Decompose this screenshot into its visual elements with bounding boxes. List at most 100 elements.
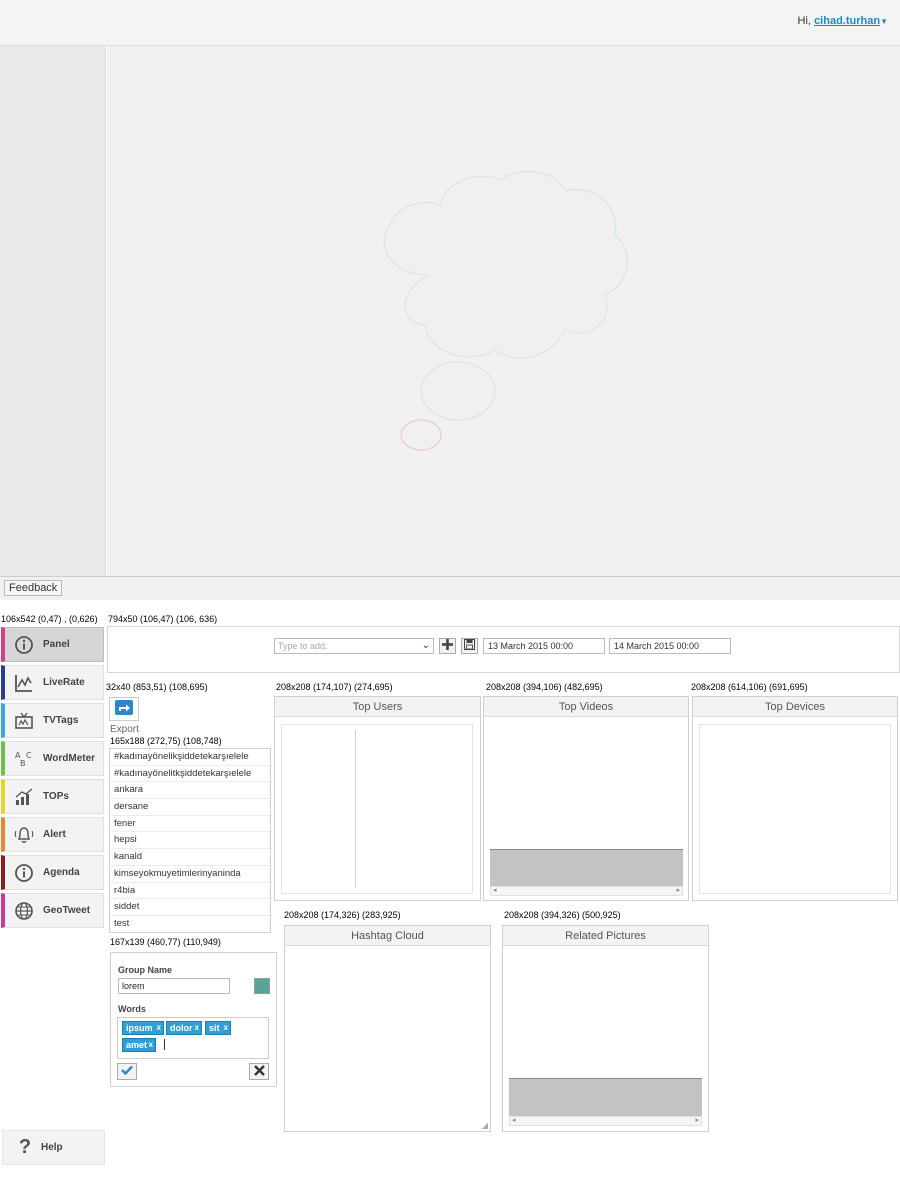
sidebar-item-tops[interactable]: TOPs (1, 779, 104, 814)
widget-title: Top Devices (693, 697, 897, 717)
tag-remove-icon[interactable]: x (149, 1039, 153, 1051)
word-tag[interactable]: amet x (122, 1038, 156, 1052)
tag-remove-icon[interactable]: x (195, 1022, 199, 1034)
group-name-input[interactable]: lorem (118, 978, 230, 994)
text-cursor (164, 1039, 165, 1050)
list-item[interactable]: r4bia (110, 883, 270, 900)
top-devices-chart-area (699, 724, 891, 894)
hashtag-select-input[interactable]: Type to add. ⌄ (274, 638, 434, 654)
horizontal-scrollbar[interactable]: ◂ ▸ (509, 1116, 702, 1126)
widget-title: Top Users (275, 697, 480, 717)
list-item[interactable]: hepsi (110, 832, 270, 850)
empty-left-panel (0, 46, 106, 576)
list-item[interactable]: #kadınayönelitkşiddetekarşıelele (110, 766, 270, 783)
svg-text:B: B (20, 759, 26, 768)
close-icon (253, 1064, 265, 1079)
dimension-label: 208x208 (394,106) (482,695) (486, 682, 603, 692)
add-button[interactable] (439, 638, 456, 654)
color-picker-swatch[interactable] (254, 978, 270, 994)
hashtag-list: #kadınayönelikşiddetekarşıelele #kadınay… (109, 748, 271, 933)
sidebar-item-geotweet[interactable]: GeoTweet (1, 893, 104, 928)
end-date-input[interactable]: 14 March 2015 00:00 (609, 638, 731, 654)
scroll-right-icon[interactable]: ▸ (676, 887, 680, 895)
video-thumbnail-placeholder (490, 849, 683, 886)
widget-title: Hashtag Cloud (285, 926, 490, 946)
info-circle-icon (13, 634, 35, 656)
sidebar-item-label: GeoTweet (43, 905, 91, 916)
top-users-chart-area (281, 724, 473, 894)
user-greeting: Hi, cihad.turhan▼ (798, 15, 888, 27)
abc-icon: ABC (13, 748, 35, 770)
save-button[interactable] (461, 638, 478, 654)
footer-bar (0, 576, 900, 600)
dimension-label: 208x208 (174,107) (274,695) (276, 682, 393, 692)
list-item[interactable]: siddet (110, 899, 270, 916)
list-item[interactable]: ankara (110, 782, 270, 800)
word-tag[interactable]: sit x (205, 1021, 231, 1035)
list-item[interactable]: test (110, 916, 270, 932)
svg-text:C: C (26, 751, 32, 760)
chevron-down-icon[interactable]: ⌄ (422, 639, 430, 653)
share-export-icon (115, 700, 133, 718)
scroll-left-icon[interactable]: ◂ (512, 1117, 516, 1125)
word-tag[interactable]: dolor x (166, 1021, 202, 1035)
tag-remove-icon[interactable]: x (224, 1022, 228, 1034)
list-item[interactable]: kanald (110, 849, 270, 866)
list-item[interactable]: #kadınayönelikşiddetekarşıelele (110, 749, 270, 766)
empty-state-thought-cloud-icon (383, 170, 628, 451)
scroll-left-icon[interactable]: ◂ (493, 887, 497, 895)
select-placeholder: Type to add. (278, 641, 328, 651)
user-menu-caret-icon[interactable]: ▼ (880, 17, 888, 26)
list-item[interactable]: dersane (110, 799, 270, 816)
dimension-label: 167x139 (460,77) (110,949) (110, 937, 221, 947)
feedback-button[interactable]: Feedback (4, 580, 63, 596)
list-item[interactable]: kimseyokmuyetimlerinyaninda (110, 866, 270, 883)
top-header (0, 0, 900, 46)
tag-label: dolor (170, 1023, 193, 1033)
sidebar-item-label: TVTags (43, 715, 79, 726)
dimension-label: 208x208 (614,106) (691,695) (691, 682, 808, 692)
words-tag-input[interactable]: ipsum x dolor x sit x amet x (117, 1017, 269, 1059)
sidebar-item-wordmeter[interactable]: ABC WordMeter (1, 741, 104, 776)
sidebar-item-liverate[interactable]: LiveRate (1, 665, 104, 700)
picture-thumbnail-placeholder (509, 1078, 702, 1116)
globe-icon (13, 900, 35, 922)
bar-chart-icon (13, 786, 35, 808)
dimension-label: 208x208 (174,326) (283,925) (284, 910, 401, 920)
confirm-button[interactable] (117, 1063, 137, 1080)
checkmark-icon (121, 1065, 133, 1078)
help-button[interactable]: ? Help (2, 1130, 105, 1165)
dimension-label: 794x50 (106,47) (106, 636) (108, 614, 218, 624)
sidebar-item-label: TOPs (43, 791, 69, 802)
horizontal-scrollbar[interactable]: ◂ ▸ (490, 886, 683, 896)
list-item[interactable]: fener (110, 816, 270, 833)
greeting-text: Hi, (797, 15, 811, 27)
question-mark-icon: ? (18, 1136, 32, 1158)
resize-handle-icon[interactable]: ◢ (482, 1121, 488, 1130)
sidebar-item-label: LiveRate (43, 677, 85, 688)
words-label: Words (118, 1004, 146, 1014)
export-button[interactable] (109, 697, 139, 721)
username-link[interactable]: cihad.turhan (814, 15, 880, 27)
info-circle-icon (13, 862, 35, 884)
widget-title: Top Videos (484, 697, 688, 717)
chart-axis-line (355, 730, 356, 888)
tag-label: sit (209, 1023, 220, 1033)
cancel-button[interactable] (249, 1063, 269, 1080)
tag-label: ipsum (126, 1023, 153, 1033)
sidebar-item-panel[interactable]: Panel (1, 627, 104, 662)
scroll-right-icon[interactable]: ▸ (695, 1117, 699, 1125)
dimension-label: 106x542 (0,47) , (0,626) (1, 614, 98, 624)
word-tag[interactable]: ipsum x (122, 1021, 164, 1035)
hashtag-cloud-widget: Hashtag Cloud ◢ (284, 925, 491, 1132)
sidebar-item-alert[interactable]: Alert (1, 817, 104, 852)
widget-title: Related Pictures (503, 926, 708, 946)
export-label: Export (110, 724, 139, 735)
related-pictures-widget: Related Pictures ◂ ▸ (502, 925, 709, 1132)
sidebar-item-label: Agenda (43, 867, 80, 878)
group-name-label: Group Name (118, 965, 173, 975)
start-date-input[interactable]: 13 March 2015 00:00 (483, 638, 605, 654)
sidebar-item-tvtags[interactable]: TVTags (1, 703, 104, 738)
tag-remove-icon[interactable]: x (157, 1022, 161, 1034)
sidebar-item-agenda[interactable]: Agenda (1, 855, 104, 890)
